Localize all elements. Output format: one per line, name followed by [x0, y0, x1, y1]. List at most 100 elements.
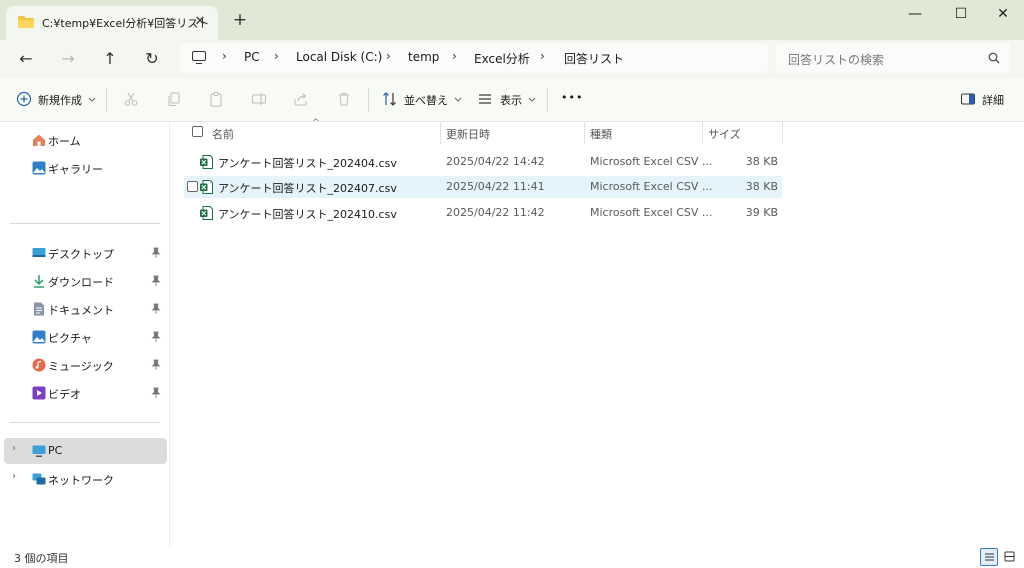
row-checkbox[interactable]: [187, 181, 198, 192]
breadcrumb-item-local-disk[interactable]: Local Disk (C:): [296, 50, 382, 64]
file-type: Microsoft Excel CSV ...: [590, 155, 713, 168]
refresh-button[interactable]: ↻: [140, 48, 164, 70]
breadcrumb-item-pc[interactable]: PC: [244, 50, 260, 64]
file-date: 2025/04/22 11:42: [446, 206, 545, 219]
file-row[interactable]: アンケート回答リスト_202407.csv 2025/04/22 11:41 M…: [184, 176, 782, 198]
file-list: ^ 名前 更新日時 種類 サイズ アンケート回答リスト_202404.csv 2…: [170, 118, 1024, 546]
view-button-label: 表示: [500, 94, 522, 107]
share-icon[interactable]: [293, 91, 309, 107]
maximize-button[interactable]: ☐: [938, 0, 984, 30]
sidebar-item-label: ネットワーク: [48, 474, 114, 487]
minimize-button[interactable]: —: [892, 0, 938, 30]
sidebar-item-pictures[interactable]: ピクチャ: [4, 324, 167, 350]
status-bar: 3 個の項目: [0, 546, 1024, 568]
breadcrumb-item-answers[interactable]: 回答リスト: [564, 50, 624, 67]
sidebar-item-label: ビデオ: [48, 388, 81, 401]
column-header-name[interactable]: 名前: [206, 122, 440, 144]
pc-icon: [32, 445, 46, 457]
column-header-label: サイズ: [708, 128, 741, 141]
file-name: アンケート回答リスト_202404.csv: [218, 157, 397, 170]
pin-icon[interactable]: [151, 331, 161, 343]
paste-icon[interactable]: [208, 91, 224, 107]
expand-chevron-icon[interactable]: ›: [12, 443, 16, 454]
breadcrumb-item-temp[interactable]: temp: [408, 50, 439, 64]
column-header-size[interactable]: サイズ: [702, 122, 782, 144]
breadcrumb-separator[interactable]: ›: [452, 49, 457, 63]
breadcrumb-separator[interactable]: ›: [540, 49, 545, 63]
breadcrumb-separator[interactable]: ›: [274, 49, 279, 63]
sidebar-item-label: ピクチャ: [48, 332, 92, 345]
sort-button[interactable]: 並べ替え: [404, 92, 462, 108]
details-pane-icon[interactable]: [960, 91, 976, 107]
view-button[interactable]: 表示: [500, 92, 536, 108]
view-list-icon[interactable]: [477, 91, 493, 107]
network-icon: [32, 473, 46, 485]
tiles-view-button[interactable]: [1001, 548, 1019, 566]
file-date: 2025/04/22 14:42: [446, 155, 545, 168]
desktop-icon: [32, 248, 46, 257]
breadcrumb[interactable]: › PC › Local Disk (C:) › temp › Excel分析 …: [180, 43, 768, 73]
forward-button[interactable]: →: [56, 48, 80, 70]
divider: [547, 88, 548, 112]
file-type: Microsoft Excel CSV ...: [590, 180, 713, 193]
tab-close-button[interactable]: ✕: [190, 12, 210, 32]
column-header-type[interactable]: 種類: [584, 122, 702, 144]
plus-circle-icon[interactable]: [16, 91, 32, 107]
more-options-button[interactable]: •••: [561, 91, 583, 104]
back-button[interactable]: ←: [14, 48, 38, 70]
pin-icon[interactable]: [151, 247, 161, 259]
new-tab-button[interactable]: +: [230, 10, 250, 30]
monitor-icon[interactable]: [192, 51, 206, 64]
close-window-button[interactable]: ✕: [980, 0, 1024, 30]
new-button-label: 新規作成: [38, 94, 82, 107]
excel-csv-icon: [200, 155, 213, 169]
new-button[interactable]: 新規作成: [38, 92, 96, 108]
cut-icon[interactable]: [123, 91, 139, 107]
delete-icon[interactable]: [336, 91, 352, 107]
search-input[interactable]: 回答リストの検索: [788, 51, 884, 68]
breadcrumb-item-excel[interactable]: Excel分析: [474, 50, 530, 67]
sidebar-item-network[interactable]: › ネットワーク: [4, 466, 167, 492]
pin-icon[interactable]: [151, 275, 161, 287]
expand-chevron-icon[interactable]: ›: [12, 471, 16, 482]
navigation-pane: ホーム ギャラリー デスクトップ ダウンロード ドキュメント ピクチャ ミュージ…: [0, 122, 170, 546]
file-row[interactable]: アンケート回答リスト_202404.csv 2025/04/22 14:42 M…: [184, 151, 782, 173]
search-icon[interactable]: [988, 52, 1000, 64]
divider: [106, 88, 107, 112]
details-button[interactable]: 詳細: [982, 92, 1004, 108]
details-view-icon: [985, 553, 994, 561]
file-size: 39 KB: [745, 206, 778, 219]
sidebar-item-documents[interactable]: ドキュメント: [4, 296, 167, 322]
search-box[interactable]: 回答リストの検索: [776, 43, 1010, 73]
rename-icon[interactable]: [251, 91, 267, 107]
sort-icon[interactable]: [382, 91, 398, 107]
address-row: ← → ↑ ↻ › PC › Local Disk (C:) › temp › …: [0, 40, 1024, 78]
active-tab[interactable]: C:¥temp¥Excel分析¥回答リスト ✕: [6, 6, 218, 40]
sidebar-item-videos[interactable]: ビデオ: [4, 380, 167, 406]
up-button[interactable]: ↑: [98, 48, 122, 70]
sidebar-item-music[interactable]: ミュージック: [4, 352, 167, 378]
select-all-checkbox[interactable]: [192, 126, 203, 137]
sidebar-item-desktop[interactable]: デスクトップ: [4, 240, 167, 266]
sidebar-item-label: デスクトップ: [48, 248, 114, 261]
pin-icon[interactable]: [151, 359, 161, 371]
sidebar-item-downloads[interactable]: ダウンロード: [4, 268, 167, 294]
copy-icon[interactable]: [166, 91, 182, 107]
breadcrumb-separator[interactable]: ›: [222, 49, 227, 63]
sidebar-item-pc[interactable]: › PC: [4, 438, 167, 464]
pin-icon[interactable]: [151, 387, 161, 399]
pin-icon[interactable]: [151, 303, 161, 315]
pictures-icon: [32, 330, 46, 344]
document-icon: [34, 302, 44, 316]
file-row[interactable]: アンケート回答リスト_202410.csv 2025/04/22 11:42 M…: [184, 202, 782, 224]
column-divider[interactable]: [782, 122, 783, 144]
excel-csv-icon: [200, 206, 213, 220]
breadcrumb-separator[interactable]: ›: [386, 49, 391, 63]
column-header-date[interactable]: 更新日時: [440, 122, 584, 144]
details-view-button[interactable]: [980, 548, 998, 566]
sidebar-item-home[interactable]: ホーム: [4, 127, 167, 153]
sort-button-label: 並べ替え: [404, 94, 448, 107]
sidebar-item-gallery[interactable]: ギャラリー: [4, 155, 167, 181]
sidebar-item-label: PC: [48, 444, 63, 457]
file-name: アンケート回答リスト_202410.csv: [218, 208, 397, 221]
